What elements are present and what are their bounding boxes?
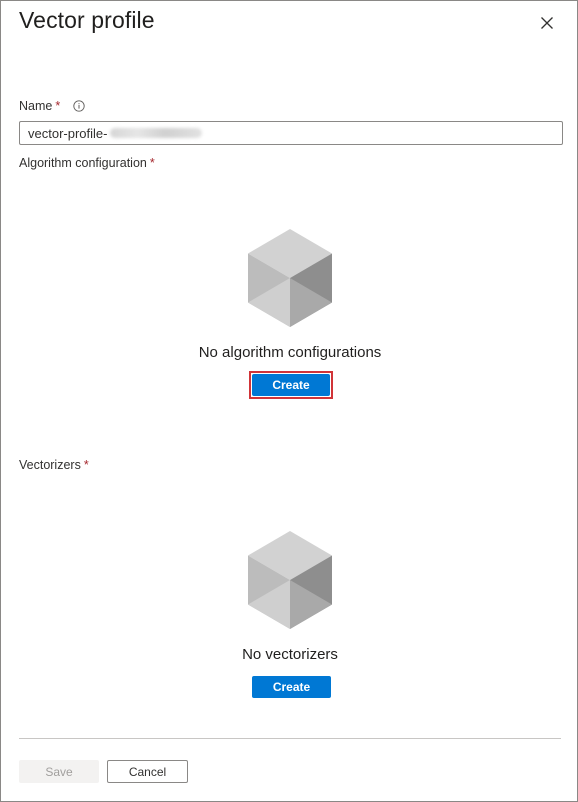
footer-divider: [19, 738, 561, 739]
name-input-value: vector-profile-: [28, 125, 108, 141]
name-label-text: Name: [19, 99, 53, 113]
name-label: Name *: [19, 99, 60, 113]
vectorizers-empty-text: No vectorizers: [242, 646, 338, 663]
required-marker: *: [55, 99, 61, 113]
close-icon: [541, 17, 553, 29]
vectorizers-label-text: Vectorizers: [19, 458, 81, 472]
cube-icon: [248, 229, 332, 327]
required-marker: *: [83, 458, 89, 472]
vector-profile-panel: Vector profile Name * vector-profile- Alg…: [0, 0, 578, 802]
algorithm-configuration-label: Algorithm configuration *: [19, 156, 155, 170]
cube-icon: [248, 531, 332, 629]
required-marker: *: [149, 156, 155, 170]
create-vectorizer-button[interactable]: Create: [252, 676, 331, 698]
info-icon[interactable]: [73, 100, 85, 112]
algorithm-empty-text: No algorithm configurations: [198, 344, 382, 361]
name-input[interactable]: vector-profile-: [19, 121, 563, 145]
vectorizers-label: Vectorizers *: [19, 458, 89, 472]
create-algorithm-button[interactable]: Create: [252, 374, 330, 396]
cancel-button[interactable]: Cancel: [107, 760, 188, 783]
redacted-suffix: [110, 128, 203, 138]
algorithm-label-text: Algorithm configuration: [19, 156, 147, 170]
page-title: Vector profile: [19, 7, 155, 33]
save-button[interactable]: Save: [19, 760, 99, 783]
close-button[interactable]: [535, 11, 559, 35]
